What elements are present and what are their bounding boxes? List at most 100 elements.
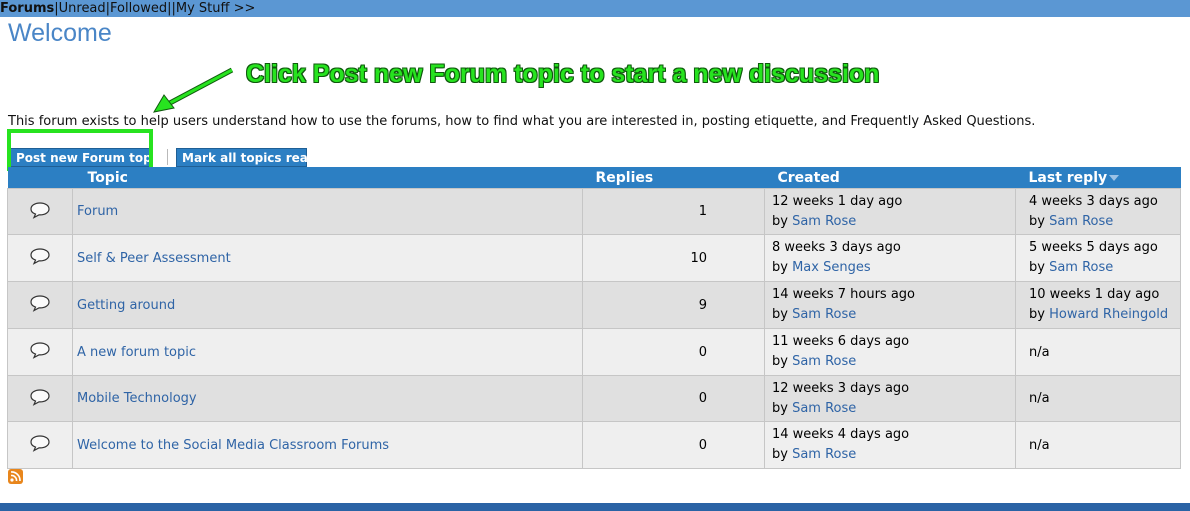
last-reply-author-link[interactable]: Howard Rheingold [1049, 307, 1168, 322]
created-author-link[interactable]: Sam Rose [792, 447, 856, 462]
header-last-reply-label: Last reply [1028, 169, 1108, 186]
topic-cell: A new forum topic [72, 328, 583, 376]
button-divider [167, 149, 168, 165]
speech-bubble-icon [29, 388, 51, 410]
speech-bubble-icon [29, 342, 51, 363]
topic-link[interactable]: Self & Peer Assessment [77, 251, 231, 266]
by-label: by [772, 213, 788, 229]
created-author-link[interactable]: Sam Rose [792, 354, 856, 369]
nav-forums[interactable]: Forums [0, 1, 54, 16]
created-cell: 14 weeks 4 days ago by Sam Rose [764, 421, 1016, 469]
last-reply-time: 4 weeks 3 days ago [1029, 193, 1158, 209]
forum-description: This forum exists to help users understa… [8, 114, 1036, 129]
topic-icon-cell [7, 375, 73, 422]
created-cell: 14 weeks 7 hours ago by Sam Rose [764, 281, 1016, 329]
last-reply-author-link[interactable]: Sam Rose [1049, 214, 1113, 229]
created-time: 11 weeks 6 days ago [772, 334, 910, 349]
nav-unread[interactable]: Unread [59, 1, 106, 16]
topic-cell: Welcome to the Social Media Classroom Fo… [72, 421, 583, 469]
topic-icon-cell [7, 281, 73, 329]
last-reply-time: n/a [1029, 391, 1050, 406]
created-author-link[interactable]: Sam Rose [792, 307, 856, 322]
table-row: Self & Peer Assessment 10 8 weeks 3 days a… [7, 234, 1181, 282]
created-author-link[interactable]: Max Senges [792, 260, 871, 275]
replies-count: 0 [582, 375, 765, 422]
top-navigation: Forums|Unread|Followed||My Stuff >> [0, 0, 1190, 17]
forum-topics-table: Topic Replies Created Last reply Forum 1 1… [7, 167, 1181, 469]
created-time: 8 weeks 3 days ago [772, 240, 901, 255]
by-label: by [772, 307, 788, 322]
by-label: by [1029, 213, 1045, 229]
nav-followed[interactable]: Followed [110, 1, 167, 16]
created-cell: 12 weeks 3 days ago by Sam Rose [764, 375, 1016, 422]
replies-count: 10 [582, 234, 765, 282]
by-label: by [772, 400, 788, 416]
topic-link[interactable]: Getting around [77, 298, 175, 313]
last-reply-time: 10 weeks 1 day ago [1029, 287, 1160, 302]
topic-cell: Self & Peer Assessment [72, 234, 583, 282]
topic-cell: Mobile Technology [72, 375, 583, 422]
created-author-link[interactable]: Sam Rose [792, 214, 856, 229]
topic-icon-cell [7, 234, 73, 282]
created-cell: 12 weeks 1 day ago by Sam Rose [764, 188, 1016, 235]
speech-bubble-icon [29, 201, 51, 223]
last-reply-cell: 10 weeks 1 day ago by Howard Rheingold [1015, 281, 1181, 329]
last-reply-author-link[interactable]: Sam Rose [1049, 260, 1113, 275]
created-author-link[interactable]: Sam Rose [792, 401, 856, 416]
topic-icon-cell [7, 188, 73, 235]
table-row: A new forum topic 0 11 weeks 6 days ago by … [7, 328, 1181, 376]
last-reply-cell: n/a [1015, 328, 1181, 376]
created-time: 12 weeks 1 day ago [772, 193, 903, 209]
by-label: by [1029, 307, 1045, 322]
table-row: Forum 1 12 weeks 1 day ago by Sam Rose 4 wee… [7, 188, 1181, 235]
by-label: by [772, 354, 788, 369]
by-label: by [772, 447, 788, 462]
topic-link[interactable]: Mobile Technology [77, 391, 197, 406]
topic-cell: Getting around [72, 281, 583, 329]
last-reply-time: n/a [1029, 437, 1050, 453]
annotation-arrow-icon [153, 67, 234, 113]
nav-my-stuff[interactable]: My Stuff >> [176, 1, 256, 16]
annotation-highlight-box [7, 129, 153, 171]
table-row: Mobile Technology 0 12 weeks 3 days ago by … [7, 375, 1181, 422]
footer-bar [0, 503, 1190, 511]
topic-icon-cell [7, 421, 73, 469]
page-title: Welcome [8, 19, 112, 47]
created-time: 14 weeks 4 days ago [772, 427, 910, 442]
table-row: Welcome to the Social Media Classroom Fo… [7, 421, 1181, 469]
replies-count: 0 [582, 328, 765, 376]
replies-count: 0 [582, 421, 765, 469]
mark-all-read-button[interactable]: Mark all topics read [176, 148, 316, 167]
header-topic[interactable]: Topic [7, 167, 583, 189]
table-row: Getting around 9 14 weeks 7 hours ago by Sa… [7, 281, 1181, 329]
last-reply-time: n/a [1029, 344, 1050, 360]
speech-bubble-icon [29, 295, 51, 316]
topic-link[interactable]: Welcome to the Social Media Classroom Fo… [77, 438, 389, 453]
last-reply-cell: n/a [1015, 375, 1181, 422]
topic-icon-cell [7, 328, 73, 376]
created-cell: 11 weeks 6 days ago by Sam Rose [764, 328, 1016, 376]
by-label: by [772, 260, 788, 275]
last-reply-time: 5 weeks 5 days ago [1029, 240, 1158, 255]
created-cell: 8 weeks 3 days ago by Max Senges [764, 234, 1016, 282]
replies-count: 1 [582, 188, 765, 235]
header-created[interactable]: Created [764, 167, 1016, 189]
topic-cell: Forum [72, 188, 583, 235]
last-reply-cell: n/a [1015, 421, 1181, 469]
header-replies[interactable]: Replies [582, 167, 765, 189]
by-label: by [1029, 260, 1045, 275]
table-header-row: Topic Replies Created Last reply [7, 167, 1181, 189]
topic-link[interactable]: A new forum topic [77, 345, 196, 360]
speech-bubble-icon [29, 435, 51, 456]
replies-count: 9 [582, 281, 765, 329]
header-last-reply[interactable]: Last reply [1015, 167, 1181, 189]
annotation-text: Click Post new Forum topic to start a ne… [246, 60, 880, 88]
created-time: 12 weeks 3 days ago [772, 380, 910, 396]
sort-desc-icon [1109, 174, 1120, 181]
last-reply-cell: 4 weeks 3 days ago by Sam Rose [1015, 188, 1181, 235]
topic-link[interactable]: Forum [77, 204, 118, 219]
speech-bubble-icon [29, 248, 51, 269]
last-reply-cell: 5 weeks 5 days ago by Sam Rose [1015, 234, 1181, 282]
created-time: 14 weeks 7 hours ago [772, 287, 915, 302]
rss-feed-icon[interactable] [8, 469, 23, 484]
